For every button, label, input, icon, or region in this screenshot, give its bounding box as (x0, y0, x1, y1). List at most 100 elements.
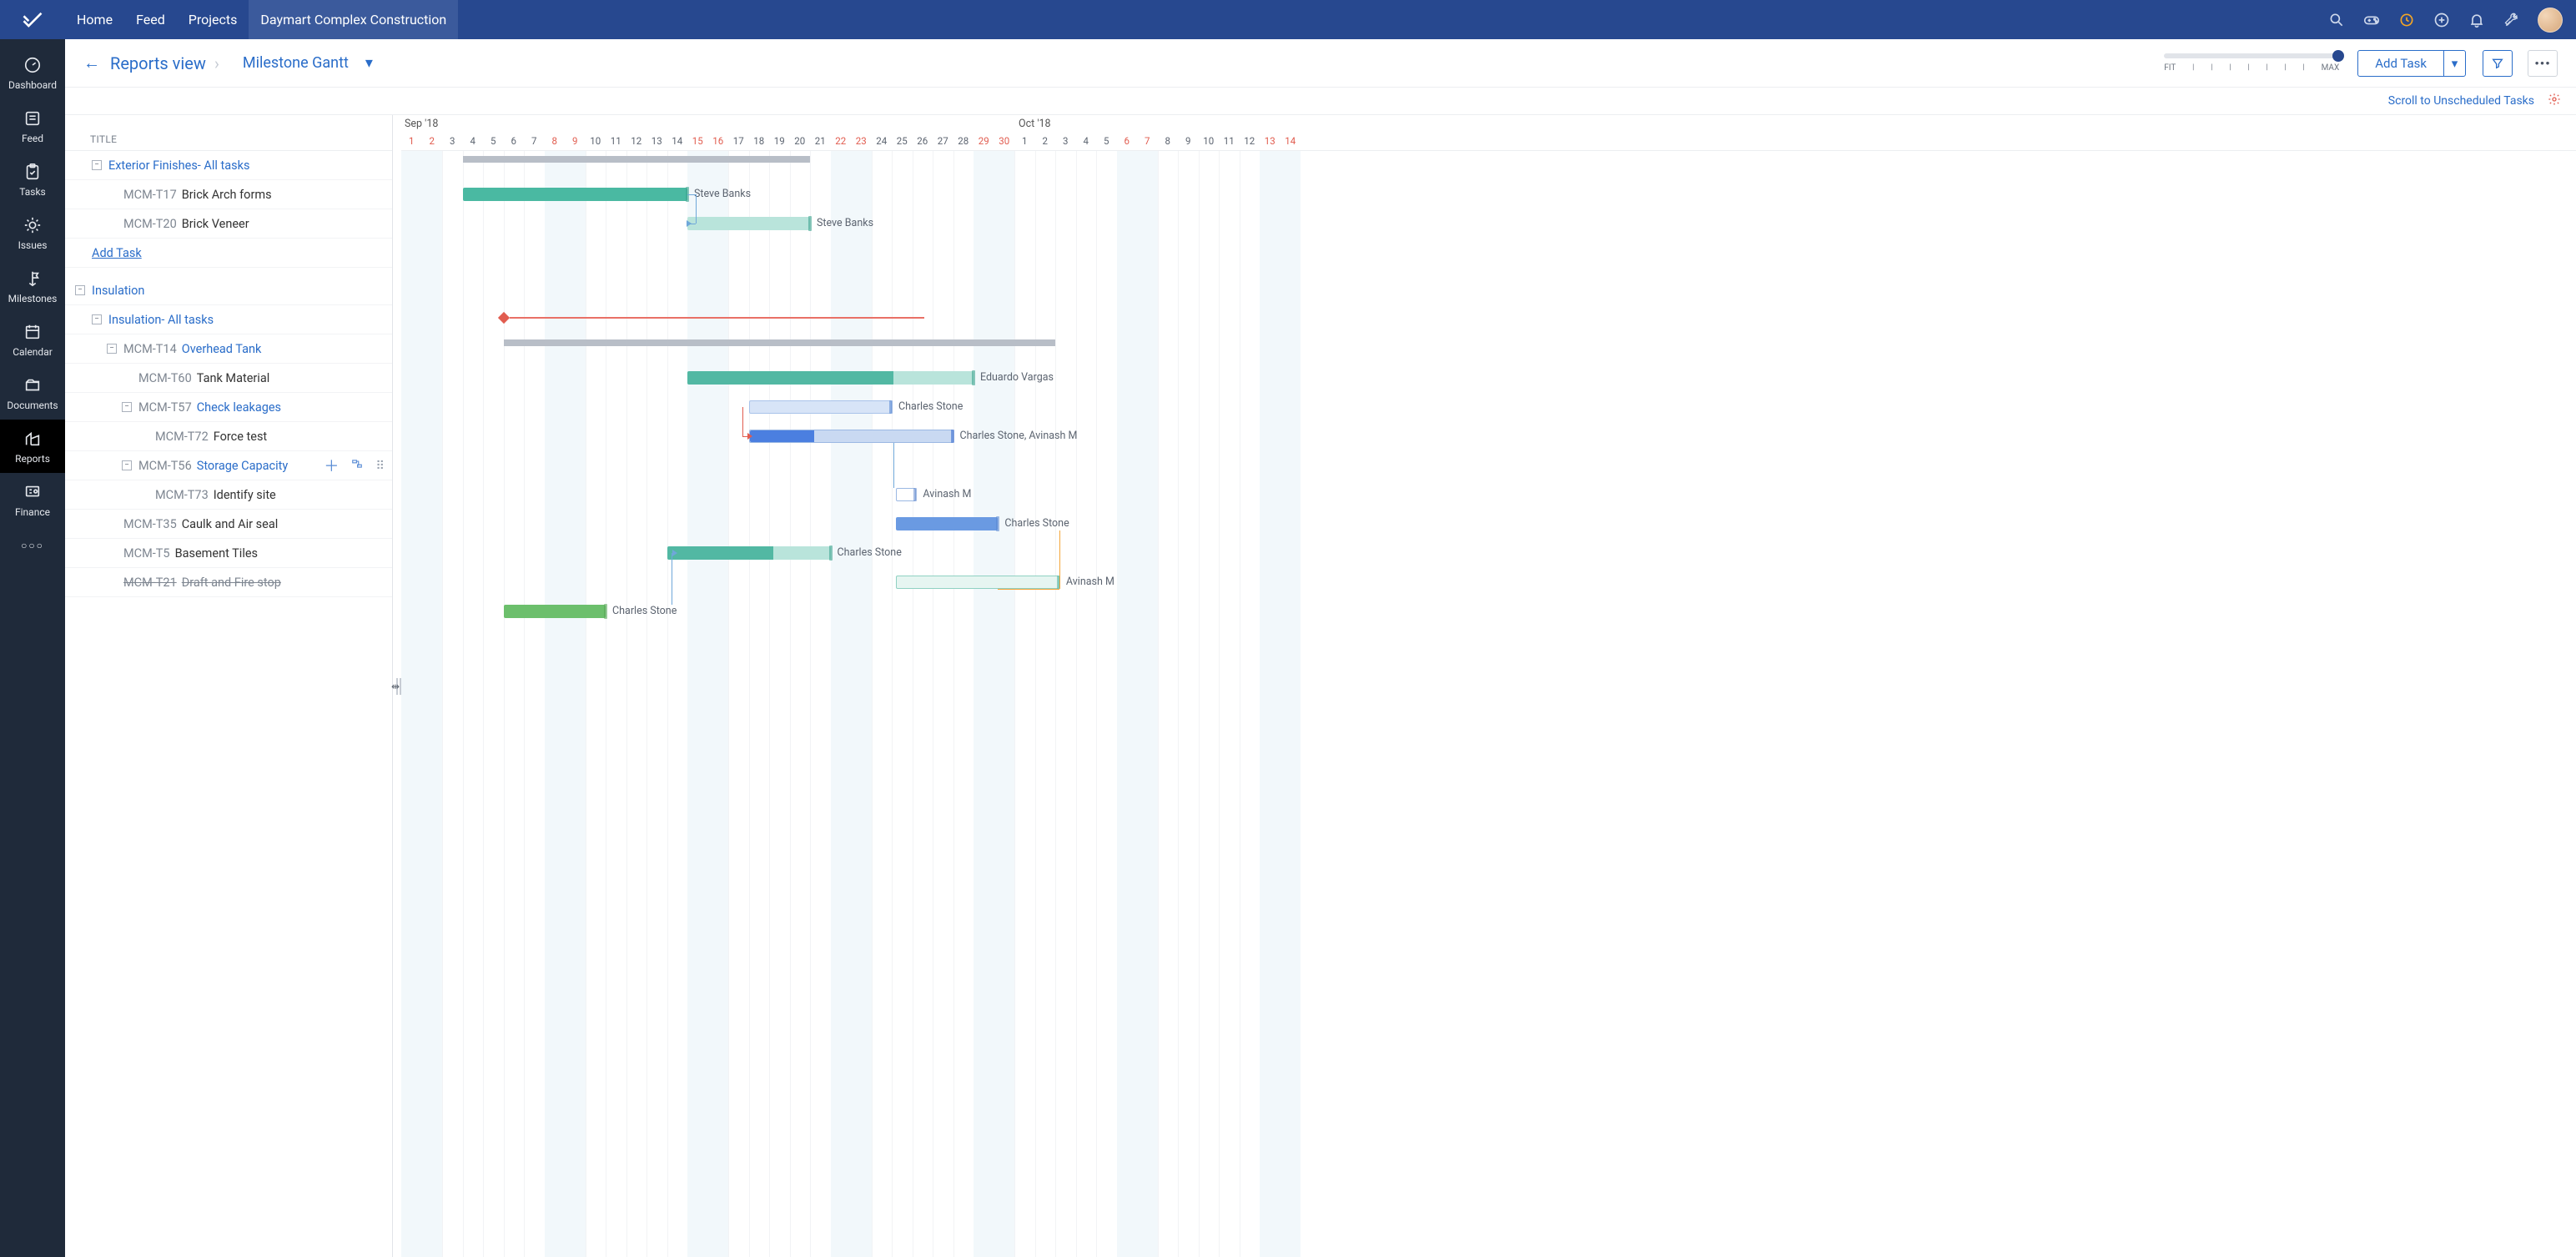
add-task-caret[interactable]: ▾ (2443, 51, 2465, 76)
gantt-task-bar[interactable] (687, 217, 810, 230)
collapse-toggle[interactable]: − (122, 460, 132, 470)
task-row[interactable]: −Insulation (65, 276, 392, 305)
collapse-toggle[interactable]: − (75, 285, 85, 295)
task-name: Brick Arch forms (182, 188, 272, 202)
sidebar-label: Tasks (19, 186, 46, 198)
task-code: MCM-T5 (123, 546, 170, 561)
reports-back-label: Reports view (110, 53, 206, 73)
task-row[interactable]: −MCM-T57Check leakages (65, 393, 392, 422)
row-link-icon[interactable] (350, 458, 364, 473)
task-name: Storage Capacity (197, 459, 289, 473)
gantt-summary-bar[interactable] (463, 156, 811, 163)
task-row[interactable]: −Exterior Finishes- All tasks (65, 151, 392, 180)
day-label: 21 (810, 135, 831, 147)
search-icon[interactable] (2327, 11, 2346, 29)
tools-icon[interactable] (2503, 11, 2521, 29)
task-row[interactable]: −MCM-T14Overhead Tank (65, 334, 392, 364)
pane-splitter[interactable]: ⇹ (393, 115, 401, 1257)
add-icon[interactable] (2433, 11, 2451, 29)
app-logo[interactable] (0, 8, 65, 32)
day-label: 11 (606, 135, 626, 147)
gantt-bar-label: Steve Banks (817, 217, 873, 229)
day-label: 26 (913, 135, 933, 147)
task-row[interactable]: −MCM-T72Force test (65, 422, 392, 451)
day-label: 27 (933, 135, 953, 147)
collapse-toggle[interactable]: − (92, 314, 102, 324)
task-name: Exterior Finishes- All tasks (108, 158, 249, 173)
day-label: 8 (545, 135, 566, 147)
collapse-toggle[interactable]: − (107, 344, 117, 354)
nav-home[interactable]: Home (65, 0, 124, 39)
reports-back-link[interactable]: ← Reports view (83, 53, 206, 73)
gantt-task-bar[interactable] (896, 517, 999, 530)
sidebar-milestones[interactable]: Milestones (0, 259, 65, 313)
day-label: 20 (790, 135, 811, 147)
gantt-task-bar[interactable] (896, 488, 917, 501)
task-row[interactable]: −Insulation- All tasks (65, 305, 392, 334)
day-label: 22 (831, 135, 852, 147)
gantt-task-bar[interactable] (749, 400, 893, 414)
gantt-task-bar[interactable] (896, 576, 1059, 589)
gantt-task-bar[interactable] (687, 371, 974, 385)
filter-button[interactable] (2483, 50, 2513, 77)
collapse-toggle[interactable]: − (122, 402, 132, 412)
gantt-task-bar[interactable] (463, 188, 688, 201)
sidebar-calendar[interactable]: Calendar (0, 313, 65, 366)
task-row[interactable]: −MCM-T73Identify site (65, 480, 392, 510)
view-dropdown[interactable]: Milestone Gantt ▾ (243, 54, 373, 72)
task-row[interactable]: −MCM-T56Storage Capacity＋⠿ (65, 451, 392, 480)
task-row[interactable]: −MCM-T21Draft and Fire stop (65, 568, 392, 597)
report-linkbar: Scroll to Unscheduled Tasks (65, 88, 2576, 114)
gantt-task-bar[interactable] (667, 546, 831, 560)
day-label: 13 (1260, 135, 1280, 147)
sidebar-reports[interactable]: Reports (0, 420, 65, 473)
user-avatar[interactable] (2538, 8, 2563, 33)
gantt-summary-bar[interactable] (504, 339, 1056, 346)
task-row[interactable]: −MCM-T20Brick Veneer (65, 209, 392, 239)
sidebar-feed[interactable]: Feed (0, 99, 65, 153)
task-row[interactable]: −MCM-T35Caulk and Air seal (65, 510, 392, 539)
nav-current-project[interactable]: Daymart Complex Construction (249, 0, 458, 39)
task-row[interactable]: −MCM-T60Tank Material (65, 364, 392, 393)
row-drag-icon[interactable]: ⠿ (375, 459, 384, 473)
scroll-unscheduled-link[interactable]: Scroll to Unscheduled Tasks (2388, 94, 2534, 108)
day-label: 1 (401, 135, 422, 147)
day-label: 10 (1199, 135, 1220, 147)
day-label: 15 (687, 135, 708, 147)
day-label: 10 (586, 135, 606, 147)
sidebar-label: Finance (15, 506, 50, 518)
task-row[interactable]: −MCM-T17Brick Arch forms (65, 180, 392, 209)
zoom-knob[interactable] (2332, 50, 2344, 62)
row-add-icon[interactable]: ＋ (324, 455, 339, 476)
day-label: 9 (565, 135, 586, 147)
sidebar-tasks[interactable]: Tasks (0, 153, 65, 206)
gantt-task-bar[interactable] (749, 430, 953, 443)
sidebar-more[interactable]: ○○○ (0, 530, 65, 560)
more-options-button[interactable]: ••• (2528, 50, 2558, 77)
top-navbar: Home Feed Projects Daymart Complex Const… (0, 0, 2576, 39)
sidebar-finance[interactable]: Finance (0, 473, 65, 526)
gantt-chart-panel[interactable]: Sep '18Oct '18 1234567891011121314151617… (401, 115, 2576, 1257)
nav-projects[interactable]: Projects (177, 0, 249, 39)
clock-alert-icon[interactable] (2397, 11, 2416, 29)
add-task-button[interactable]: Add Task ▾ (2357, 50, 2466, 77)
gantt-task-bar[interactable] (504, 605, 606, 618)
collapse-toggle[interactable]: − (92, 160, 102, 170)
top-tools (2327, 8, 2576, 33)
nav-feed[interactable]: Feed (124, 0, 177, 39)
task-row[interactable]: Add Task (65, 239, 392, 268)
bell-icon[interactable] (2468, 11, 2486, 29)
task-name: Brick Veneer (182, 217, 249, 231)
zoom-slider[interactable]: FIT ||||||| MAX (2164, 53, 2339, 73)
sidebar-issues[interactable]: Issues (0, 206, 65, 259)
task-row[interactable]: −MCM-T5Basement Tiles (65, 539, 392, 568)
settings-gear-icon[interactable] (2548, 93, 2561, 109)
day-label: 14 (1280, 135, 1301, 147)
gamepad-icon[interactable] (2362, 11, 2381, 29)
day-label: 12 (626, 135, 647, 147)
day-label: 3 (1055, 135, 1076, 147)
sidebar-dashboard[interactable]: Dashboard (0, 46, 65, 99)
sidebar-documents[interactable]: Documents (0, 366, 65, 420)
arrow-left-icon: ← (83, 53, 100, 73)
task-code: MCM-T73 (155, 488, 209, 502)
